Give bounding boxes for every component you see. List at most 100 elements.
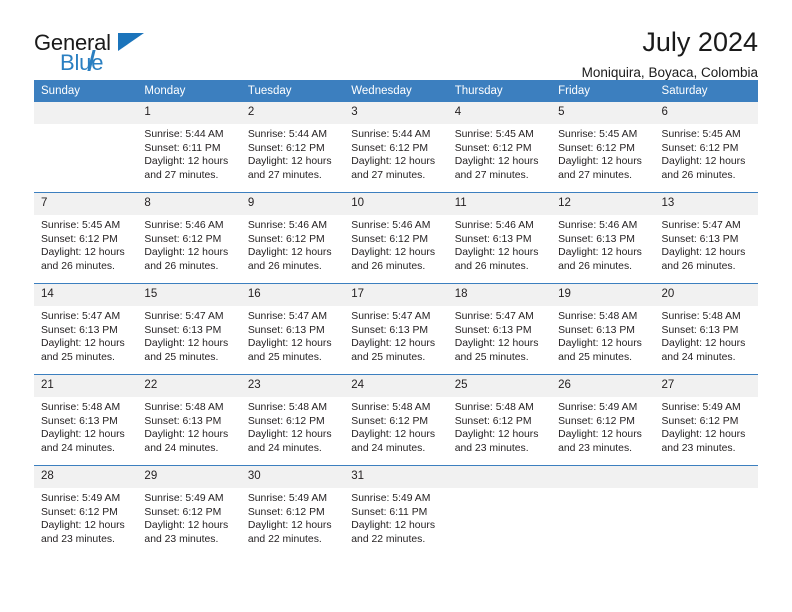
calendar-day-cell[interactable]: 31 Sunrise: 5:49 AM Sunset: 6:11 PM Dayligh… [344, 465, 448, 556]
day-number: 16 [240, 284, 345, 306]
weekday-header-sunday: Sunday [34, 80, 138, 102]
calendar-day-cell[interactable]: 8 Sunrise: 5:46 AM Sunset: 6:12 PM Daylight… [137, 192, 241, 284]
calendar-day-cell[interactable]: 14 Sunrise: 5:47 AM Sunset: 6:13 PM Dayligh… [34, 283, 138, 375]
sunrise-text: Sunrise: 5:45 AM [661, 129, 741, 140]
sunset-text: Sunset: 6:12 PM [351, 142, 429, 154]
calendar-day-cell[interactable]: 26 Sunrise: 5:49 AM Sunset: 6:12 PM Dayligh… [551, 374, 655, 466]
calendar-day-cell[interactable]: 16 Sunrise: 5:47 AM Sunset: 6:13 PM Dayligh… [240, 283, 345, 375]
day-number: 21 [34, 375, 138, 397]
sunrise-text: Sunrise: 5:45 AM [41, 220, 121, 231]
calendar-day-cell-empty [34, 102, 138, 193]
day-number: 28 [34, 466, 138, 488]
day-info: Sunrise: 5:47 AM Sunset: 6:13 PM Daylight:… [344, 306, 447, 364]
sunset-text: Sunset: 6:11 PM [351, 506, 428, 518]
daylight-text-line2: and 27 minutes. [351, 169, 426, 181]
sunrise-text: Sunrise: 5:49 AM [558, 402, 638, 413]
calendar-day-cell[interactable]: 28 Sunrise: 5:49 AM Sunset: 6:12 PM Dayligh… [34, 465, 138, 556]
day-info: Sunrise: 5:46 AM Sunset: 6:13 PM Daylight:… [551, 215, 654, 273]
calendar-day-cell[interactable]: 20 Sunrise: 5:48 AM Sunset: 6:13 PM Dayligh… [654, 283, 758, 375]
daylight-text-line2: and 24 minutes. [144, 442, 219, 454]
calendar-day-cell[interactable]: 27 Sunrise: 5:49 AM Sunset: 6:12 PM Dayligh… [654, 374, 758, 466]
daylight-text-line2: and 23 minutes. [41, 533, 115, 545]
calendar-day-cell[interactable]: 2 Sunrise: 5:44 AM Sunset: 6:12 PM Daylight… [240, 102, 345, 193]
general-blue-logo[interactable]: General Blue [34, 28, 154, 78]
calendar-week-row: 21 Sunrise: 5:48 AM Sunset: 6:13 PM Dayligh… [34, 374, 758, 466]
calendar-day-cell[interactable]: 10 Sunrise: 5:46 AM Sunset: 6:12 PM Dayligh… [344, 192, 448, 284]
day-info: Sunrise: 5:49 AM Sunset: 6:12 PM Daylight:… [241, 488, 344, 546]
calendar-day-cell[interactable]: 7 Sunrise: 5:45 AM Sunset: 6:12 PM Daylight… [34, 192, 138, 284]
calendar-day-cell[interactable]: 15 Sunrise: 5:47 AM Sunset: 6:13 PM Dayligh… [137, 283, 241, 375]
day-info: Sunrise: 5:45 AM Sunset: 6:12 PM Daylight:… [448, 124, 551, 182]
calendar-day-cell[interactable]: 19 Sunrise: 5:48 AM Sunset: 6:13 PM Dayligh… [551, 283, 655, 375]
calendar-day-cell[interactable]: 22 Sunrise: 5:48 AM Sunset: 6:13 PM Dayligh… [137, 374, 241, 466]
page-header: General Blue July 2024 Moniquira, Boyaca… [34, 0, 758, 81]
calendar-day-cell[interactable]: 29 Sunrise: 5:49 AM Sunset: 6:12 PM Dayligh… [137, 465, 241, 556]
daylight-text-line1: Daylight: 12 hours [351, 247, 436, 259]
sunrise-text: Sunrise: 5:47 AM [351, 311, 431, 322]
daylight-text-line1: Daylight: 12 hours [144, 520, 229, 532]
calendar-day-cell[interactable]: 24 Sunrise: 5:48 AM Sunset: 6:12 PM Dayligh… [344, 374, 448, 466]
calendar-day-cell[interactable]: 4 Sunrise: 5:45 AM Sunset: 6:12 PM Daylight… [447, 102, 552, 193]
calendar-day-cell[interactable]: 1 Sunrise: 5:44 AM Sunset: 6:11 PM Daylight… [137, 102, 241, 193]
sunset-text: Sunset: 6:12 PM [661, 142, 739, 154]
sunrise-text: Sunrise: 5:48 AM [454, 402, 534, 413]
daylight-text-line1: Daylight: 12 hours [351, 156, 436, 168]
calendar-day-cell[interactable]: 5 Sunrise: 5:45 AM Sunset: 6:12 PM Daylight… [551, 102, 655, 193]
day-number: 30 [240, 466, 345, 488]
sunrise-text: Sunrise: 5:46 AM [351, 220, 431, 231]
day-info: Sunrise: 5:44 AM Sunset: 6:11 PM Daylight:… [137, 124, 240, 182]
day-number: 13 [654, 193, 758, 215]
sunset-text: Sunset: 6:13 PM [144, 415, 222, 427]
daylight-text-line2: and 26 minutes. [247, 260, 322, 272]
calendar-day-cell[interactable]: 23 Sunrise: 5:48 AM Sunset: 6:12 PM Dayligh… [240, 374, 345, 466]
day-info: Sunrise: 5:44 AM Sunset: 6:12 PM Daylight:… [344, 124, 447, 182]
daylight-text-line2: and 26 minutes. [454, 260, 529, 272]
calendar-day-cell[interactable]: 21 Sunrise: 5:48 AM Sunset: 6:13 PM Dayligh… [34, 374, 138, 466]
day-number: 25 [447, 375, 552, 397]
calendar-day-cell[interactable]: 11 Sunrise: 5:46 AM Sunset: 6:13 PM Dayligh… [447, 192, 552, 284]
weekday-header-thursday: Thursday [447, 80, 552, 102]
sunrise-text: Sunrise: 5:48 AM [247, 402, 327, 413]
sunset-text: Sunset: 6:13 PM [144, 324, 222, 336]
day-number: 24 [344, 375, 448, 397]
sunrise-text: Sunrise: 5:47 AM [454, 311, 534, 322]
calendar-day-cell-empty [654, 465, 758, 556]
calendar-day-cell[interactable]: 12 Sunrise: 5:46 AM Sunset: 6:13 PM Dayligh… [551, 192, 655, 284]
daylight-text-line1: Daylight: 12 hours [558, 156, 642, 168]
day-info: Sunrise: 5:47 AM Sunset: 6:13 PM Daylight:… [448, 306, 551, 364]
daylight-text-line1: Daylight: 12 hours [247, 520, 332, 532]
day-info: Sunrise: 5:48 AM Sunset: 6:13 PM Daylight:… [655, 306, 758, 364]
sunrise-text: Sunrise: 5:47 AM [144, 311, 224, 322]
calendar-day-cell[interactable]: 3 Sunrise: 5:44 AM Sunset: 6:12 PM Daylight… [344, 102, 448, 193]
calendar-header-row: Sunday Monday Tuesday Wednesday Thursday… [34, 80, 758, 102]
sunset-text: Sunset: 6:11 PM [144, 142, 221, 154]
calendar-day-cell[interactable]: 9 Sunrise: 5:46 AM Sunset: 6:12 PM Daylight… [240, 192, 345, 284]
sunrise-text: Sunrise: 5:47 AM [661, 220, 741, 231]
calendar-day-cell[interactable]: 18 Sunrise: 5:47 AM Sunset: 6:13 PM Dayligh… [447, 283, 552, 375]
day-info: Sunrise: 5:47 AM Sunset: 6:13 PM Daylight:… [137, 306, 240, 364]
calendar-day-cell[interactable]: 30 Sunrise: 5:49 AM Sunset: 6:12 PM Dayligh… [240, 465, 345, 556]
day-number [34, 102, 138, 124]
daylight-text-line2: and 25 minutes. [41, 351, 115, 363]
calendar-table: Sunday Monday Tuesday Wednesday Thursday… [34, 80, 758, 556]
sunrise-text: Sunrise: 5:49 AM [351, 493, 431, 504]
day-number: 17 [344, 284, 448, 306]
sunrise-text: Sunrise: 5:45 AM [558, 129, 638, 140]
calendar-week-row: 28 Sunrise: 5:49 AM Sunset: 6:12 PM Dayligh… [34, 465, 758, 556]
calendar-day-cell[interactable]: 6 Sunrise: 5:45 AM Sunset: 6:12 PM Daylight… [654, 102, 758, 193]
day-info: Sunrise: 5:49 AM Sunset: 6:11 PM Daylight:… [344, 488, 447, 546]
day-number: 31 [344, 466, 448, 488]
day-number: 14 [34, 284, 138, 306]
day-number: 15 [137, 284, 241, 306]
calendar-day-cell[interactable]: 13 Sunrise: 5:47 AM Sunset: 6:13 PM Dayligh… [654, 192, 758, 284]
calendar-week-row: 7 Sunrise: 5:45 AM Sunset: 6:12 PM Daylight… [34, 192, 758, 284]
daylight-text-line1: Daylight: 12 hours [41, 338, 125, 350]
day-number: 20 [654, 284, 758, 306]
sunset-text: Sunset: 6:13 PM [558, 324, 635, 336]
sunrise-text: Sunrise: 5:48 AM [558, 311, 638, 322]
weekday-header-wednesday: Wednesday [344, 80, 448, 102]
calendar-day-cell[interactable]: 17 Sunrise: 5:47 AM Sunset: 6:13 PM Dayligh… [344, 283, 448, 375]
sunset-text: Sunset: 6:13 PM [558, 233, 635, 245]
calendar-day-cell[interactable]: 25 Sunrise: 5:48 AM Sunset: 6:12 PM Dayligh… [447, 374, 552, 466]
sunset-text: Sunset: 6:12 PM [351, 415, 429, 427]
